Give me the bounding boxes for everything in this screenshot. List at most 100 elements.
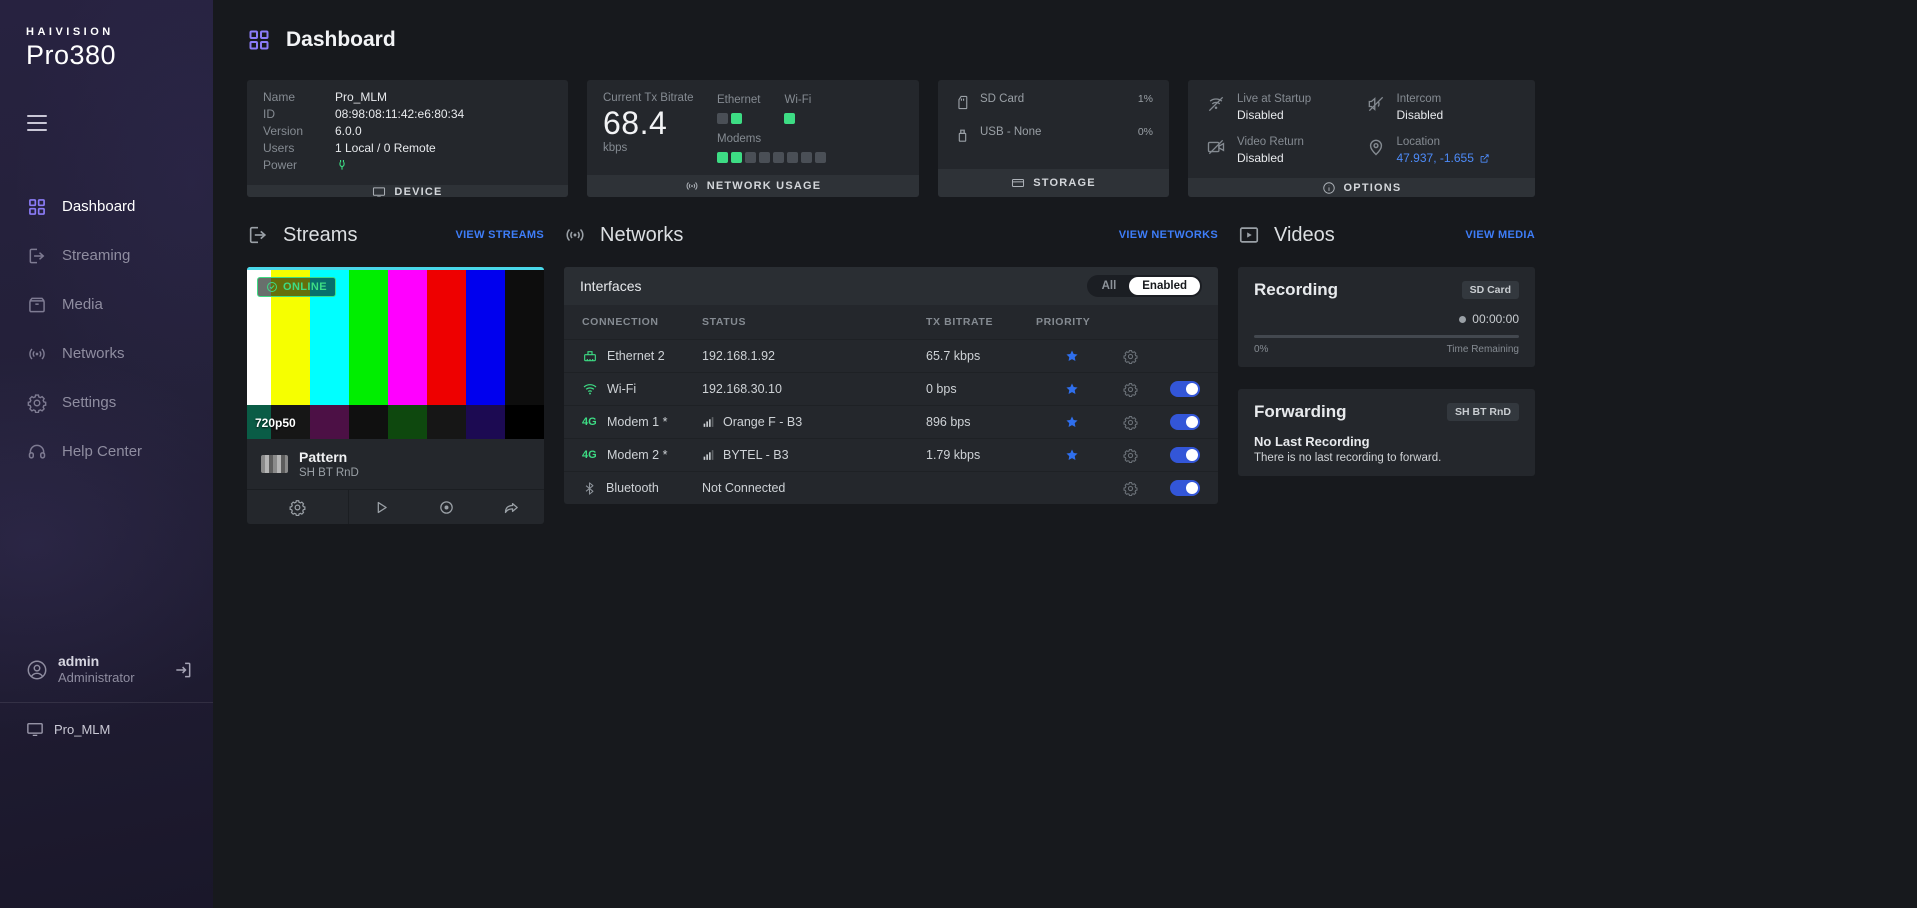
view-streams-link[interactable]: VIEW STREAMS xyxy=(455,229,544,241)
options-footer-button[interactable]: OPTIONS xyxy=(1188,178,1535,197)
page-title: Dashboard xyxy=(286,28,396,52)
sidebar-item-label: Networks xyxy=(62,345,125,362)
interfaces-title: Interfaces xyxy=(580,278,641,294)
stream-forward-button[interactable] xyxy=(479,490,544,524)
4g-icon: 4G xyxy=(582,416,598,428)
priority-star-icon[interactable] xyxy=(1036,349,1108,363)
sidebar-item-label: Media xyxy=(62,296,103,313)
option-location: Location 47.937, -1.655 xyxy=(1366,136,1518,165)
stream-resolution: 720p50 xyxy=(255,416,296,430)
stream-record-button[interactable] xyxy=(414,490,479,524)
record-icon xyxy=(438,499,455,516)
modem1-enabled-toggle[interactable] xyxy=(1170,414,1200,430)
filter-enabled-button[interactable]: Enabled xyxy=(1129,277,1200,295)
ethernet-icon xyxy=(582,348,598,364)
monitor-icon xyxy=(26,720,44,738)
device-version-row: Version 6.0.0 xyxy=(263,124,552,138)
usb-icon xyxy=(954,126,971,146)
sidebar-bottom: admin Administrator Pro_MLM xyxy=(0,653,213,908)
modem-indicators xyxy=(717,152,826,163)
filter-all-button[interactable]: All xyxy=(1089,277,1130,295)
modems-usage: Modems xyxy=(717,133,826,163)
options-card: Live at Startup Disabled Intercom Disabl… xyxy=(1188,80,1535,197)
interface-settings-icon[interactable] xyxy=(1108,448,1152,463)
play-icon xyxy=(373,499,390,516)
wifi-usage: Wi-Fi xyxy=(784,94,811,124)
sidebar-item-media[interactable]: Media xyxy=(0,280,213,329)
location-pin-icon xyxy=(1366,136,1386,165)
power-plug-icon xyxy=(335,158,349,172)
recording-target-badge: SD Card xyxy=(1462,281,1519,299)
device-footer-button[interactable]: DEVICE xyxy=(247,185,568,197)
sidebar-item-help-center[interactable]: Help Center xyxy=(0,427,213,476)
videos-section: Videos VIEW MEDIA Recording SD Card 00:0… xyxy=(1238,221,1535,524)
interfaces-card: Interfaces All Enabled CONNECTION STATUS… xyxy=(564,267,1218,504)
priority-star-icon[interactable] xyxy=(1036,448,1108,462)
antenna-icon xyxy=(564,224,586,246)
streams-section: Streams VIEW STREAMS ONLINE 720p50 xyxy=(247,221,544,524)
sidebar-item-networks[interactable]: Networks xyxy=(0,329,213,378)
wifi-enabled-toggle[interactable] xyxy=(1170,381,1200,397)
stream-mini-thumbnail xyxy=(261,455,288,473)
menu-toggle-icon[interactable] xyxy=(27,115,47,136)
external-link-icon xyxy=(1479,153,1490,164)
interfaces-header: Interfaces All Enabled xyxy=(564,267,1218,305)
sidebar-item-streaming[interactable]: Streaming xyxy=(0,231,213,280)
avatar-icon xyxy=(26,659,48,681)
recording-card: Recording SD Card 00:00:00 0% Time Remai… xyxy=(1238,267,1535,367)
col-status: STATUS xyxy=(702,316,926,328)
4g-icon: 4G xyxy=(582,449,598,461)
table-row-wifi: Wi-Fi 192.168.30.10 0 bps xyxy=(564,372,1218,405)
forwarding-message-body: There is no last recording to forward. xyxy=(1254,452,1519,464)
bluetooth-icon xyxy=(582,481,597,496)
gear-icon xyxy=(289,499,306,516)
view-media-link[interactable]: VIEW MEDIA xyxy=(1465,229,1535,241)
recording-title: Recording xyxy=(1254,280,1338,300)
sd-percent: 1% xyxy=(1138,93,1153,105)
modem2-enabled-toggle[interactable] xyxy=(1170,447,1200,463)
stream-thumbnail[interactable]: ONLINE 720p50 xyxy=(247,267,544,439)
stream-card: ONLINE 720p50 Pattern SH BT RnD xyxy=(247,267,544,524)
ethernet-usage: Ethernet xyxy=(717,94,760,124)
brand-logo: HAIVISION Pro380 xyxy=(0,0,213,71)
table-row-bluetooth: Bluetooth Not Connected xyxy=(564,471,1218,504)
dashboard-grid-icon xyxy=(247,28,271,52)
stream-settings-button[interactable] xyxy=(247,490,349,524)
logout-icon[interactable] xyxy=(173,660,193,680)
signal-bars-icon xyxy=(702,416,715,429)
storage-footer-button[interactable]: STORAGE xyxy=(938,169,1169,197)
sidebar-device[interactable]: Pro_MLM xyxy=(0,703,213,738)
antenna-icon xyxy=(685,179,699,193)
stream-info: Pattern SH BT RnD xyxy=(247,439,544,489)
forward-icon xyxy=(503,499,520,516)
table-row-modem2: 4G Modem 2 * BYTEL - B3 1.79 kbps xyxy=(564,438,1218,471)
bluetooth-enabled-toggle[interactable] xyxy=(1170,480,1200,496)
user-account[interactable]: admin Administrator xyxy=(0,653,213,686)
page-header: Dashboard xyxy=(247,20,1917,60)
col-priority: PRIORITY xyxy=(1036,316,1108,328)
interface-settings-icon[interactable] xyxy=(1108,481,1152,496)
priority-star-icon[interactable] xyxy=(1036,382,1108,396)
interfaces-filter: All Enabled xyxy=(1087,275,1202,297)
priority-star-icon[interactable] xyxy=(1036,415,1108,429)
stream-destination: SH BT RnD xyxy=(299,466,359,480)
sd-card-icon xyxy=(954,93,971,113)
view-networks-link[interactable]: VIEW NETWORKS xyxy=(1119,229,1218,241)
sidebar-item-dashboard[interactable]: Dashboard xyxy=(0,182,213,231)
media-icon xyxy=(27,295,47,315)
interface-settings-icon[interactable] xyxy=(1108,382,1152,397)
antenna-icon xyxy=(27,344,47,364)
location-link[interactable]: 47.937, -1.655 xyxy=(1397,151,1490,165)
dashboard-grid-icon xyxy=(27,197,47,217)
col-connection: CONNECTION xyxy=(582,316,702,328)
network-usage-footer-button[interactable]: NETWORK USAGE xyxy=(587,175,919,197)
stream-play-button[interactable] xyxy=(349,490,414,524)
sidebar-item-settings[interactable]: Settings xyxy=(0,378,213,427)
sidebar-item-label: Streaming xyxy=(62,247,130,264)
wifi-icon xyxy=(582,381,598,397)
interface-settings-icon[interactable] xyxy=(1108,415,1152,430)
online-status-badge: ONLINE xyxy=(257,277,336,297)
tx-bitrate-value: 68.4 xyxy=(603,104,699,142)
interface-settings-icon[interactable] xyxy=(1108,349,1152,364)
forwarding-card: Forwarding SH BT RnD No Last Recording T… xyxy=(1238,389,1535,476)
